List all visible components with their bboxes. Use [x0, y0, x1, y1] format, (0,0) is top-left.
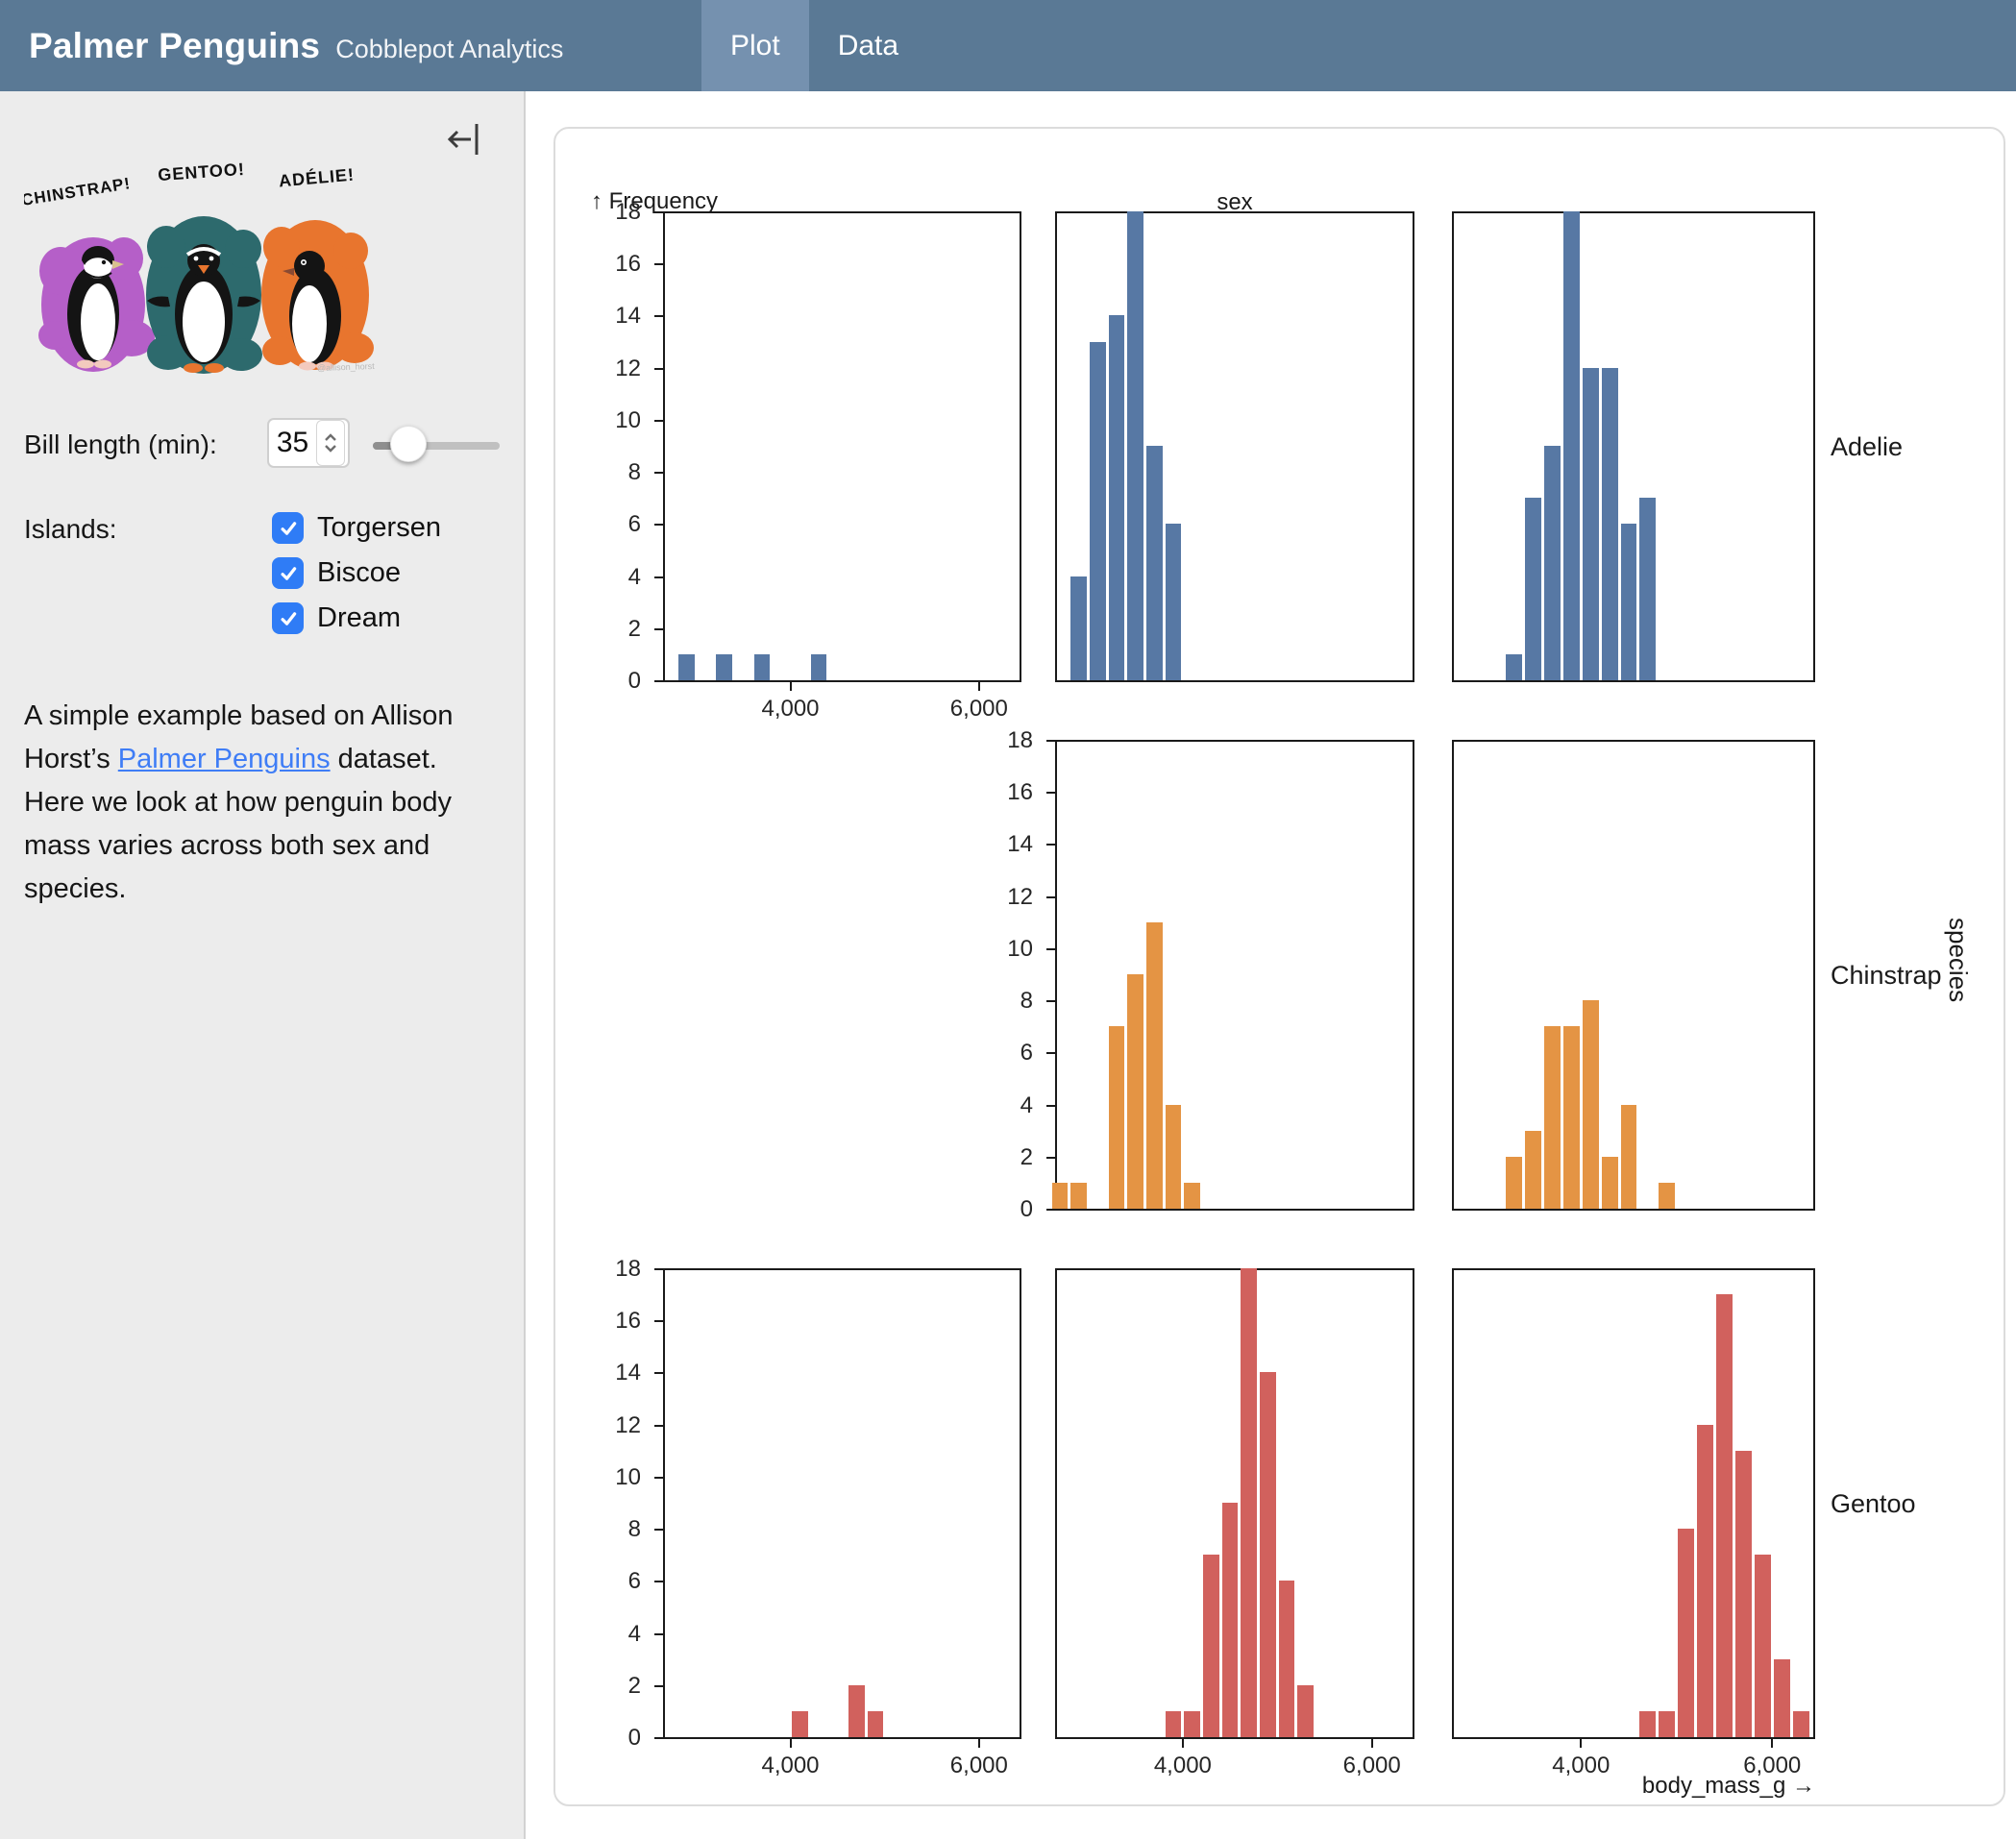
- app-title: Palmer Penguins: [29, 26, 320, 66]
- bill-length-input[interactable]: 35: [267, 418, 350, 468]
- header-bar: Palmer Penguins Cobblepot Analytics Plot…: [0, 0, 2016, 91]
- checkbox-dream[interactable]: Dream: [272, 602, 401, 634]
- checkbox-label: Biscoe: [317, 557, 401, 589]
- slider-thumb[interactable]: [390, 426, 427, 462]
- collapse-left-icon: [444, 118, 486, 160]
- checkbox-checked-icon[interactable]: [272, 512, 304, 544]
- artwork-label-adelie: ADÉLIE!: [278, 164, 356, 191]
- plot-card: [553, 127, 2005, 1806]
- checkbox-biscoe[interactable]: Biscoe: [272, 557, 401, 589]
- stepper-down-icon[interactable]: [324, 444, 337, 453]
- penguins-artwork: CHINSTRAP! GENTOO! ADÉLIE!: [24, 151, 384, 391]
- tab-data[interactable]: Data: [809, 0, 927, 91]
- bill-length-slider[interactable]: [373, 435, 500, 454]
- islands-label: Islands:: [24, 514, 117, 545]
- checkbox-label: Torgersen: [317, 512, 441, 544]
- app-subtitle: Cobblepot Analytics: [335, 35, 563, 64]
- checkbox-torgersen[interactable]: Torgersen: [272, 512, 441, 544]
- tab-plot[interactable]: Plot: [701, 0, 809, 91]
- artwork-credit: @allison_horst: [317, 361, 375, 373]
- artwork-label-chinstrap: CHINSTRAP!: [24, 174, 132, 209]
- description-text: A simple example based on Allison Horst’…: [24, 695, 500, 911]
- artwork-label-gentoo: GENTOO!: [158, 159, 246, 184]
- bill-length-value: 35: [269, 427, 316, 459]
- sidebar: CHINSTRAP! GENTOO! ADÉLIE! @allison_hors…: [0, 91, 526, 1839]
- checkbox-checked-icon[interactable]: [272, 557, 304, 589]
- collapse-sidebar-button[interactable]: [444, 118, 486, 160]
- tab-bar: PlotData: [701, 0, 927, 91]
- checkbox-label: Dream: [317, 602, 401, 634]
- app-window: Palmer Penguins Cobblepot Analytics Plot…: [0, 0, 2016, 1839]
- bill-length-stepper[interactable]: [316, 420, 345, 466]
- checkbox-checked-icon[interactable]: [272, 602, 304, 634]
- stepper-up-icon[interactable]: [324, 433, 337, 442]
- bill-length-label: Bill length (min):: [24, 429, 217, 460]
- title-block: Palmer Penguins Cobblepot Analytics: [29, 26, 563, 66]
- palmer-penguins-link[interactable]: Palmer Penguins: [118, 744, 331, 774]
